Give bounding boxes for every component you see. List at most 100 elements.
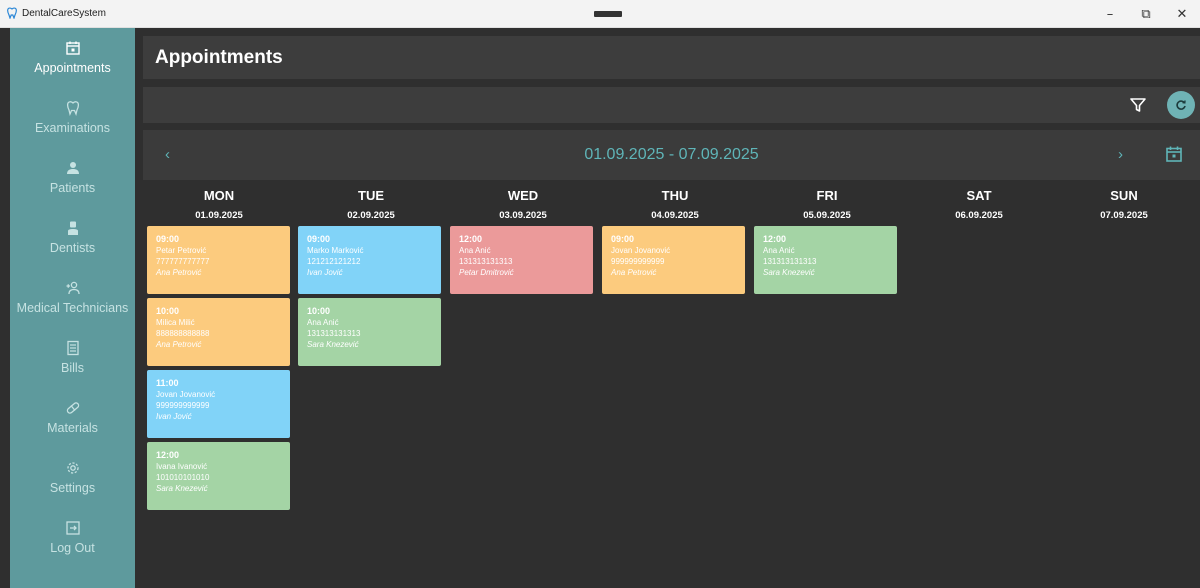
patient-phone: 999999999999 [156, 401, 210, 410]
patient-phone: 131313131313 [763, 257, 817, 266]
sidebar-item-label: Medical Technicians [16, 301, 129, 315]
patient-name: Ivana Ivanović [156, 462, 208, 471]
bill-icon [66, 340, 79, 356]
day-column-wed: WED 03.09.2025 [447, 188, 599, 221]
sidebar-item-appointments[interactable]: Appointments [10, 34, 135, 92]
sidebar-item-label: Dentists [49, 241, 96, 255]
calendar-picker-icon[interactable] [1165, 145, 1183, 163]
sidebar-item-examinations[interactable]: Examinations [10, 94, 135, 152]
drag-handle[interactable] [594, 11, 622, 17]
dentist-name: Ana Petrović [156, 340, 202, 349]
dentist-name: Petar Dmitrović [459, 268, 514, 277]
appointment-time: 09:00 [307, 234, 331, 244]
filter-icon[interactable] [1129, 96, 1147, 114]
patient-name: Ana Anić [763, 246, 795, 255]
sidebar-item-medical-technicians[interactable]: Medical Technicians [10, 274, 135, 332]
patient-name: Jovan Jovanović [611, 246, 671, 255]
sidebar-item-label: Materials [47, 421, 98, 435]
appointment-time: 09:00 [611, 234, 635, 244]
appointment-time: 12:00 [156, 450, 180, 460]
patient-phone: 121212121212 [307, 257, 361, 266]
window-titlebar: DentalCareSystem – ⧉ ✕ [0, 0, 1200, 28]
toolbar [143, 87, 1200, 123]
sidebar: Appointments Examinations Patients Denti… [10, 28, 135, 588]
page-title: Appointments [155, 47, 283, 68]
patient-phone: 131313131313 [459, 257, 513, 266]
appointment-time: 10:00 [156, 306, 180, 316]
day-name: THU [661, 188, 689, 203]
page-header: Appointments [143, 36, 1200, 79]
appointment-card[interactable]: 10:00 Milica Milić 888888888888 Ana Petr… [147, 298, 290, 366]
day-column-sun: SUN 07.09.2025 [1048, 188, 1200, 221]
day-name: SUN [1110, 188, 1138, 203]
day-date: 02.09.2025 [347, 210, 395, 221]
day-name: FRI [816, 188, 838, 203]
calendar-icon [65, 41, 80, 55]
appointment-time: 09:00 [156, 234, 180, 244]
next-week-button[interactable]: › [1118, 146, 1132, 164]
sidebar-item-dentists[interactable]: Dentists [10, 214, 135, 272]
appointment-time: 12:00 [763, 234, 787, 244]
appointment-card[interactable]: 12:00 Ana Anić 131313131313 Sara Knezevi… [754, 226, 897, 294]
restore-button[interactable]: ⧉ [1128, 0, 1164, 28]
pill-icon [66, 402, 79, 414]
technician-icon [66, 281, 80, 295]
sidebar-item-settings[interactable]: Settings [10, 454, 135, 512]
appointment-card[interactable]: 12:00 Ana Anić 131313131313 Petar Dmitro… [450, 226, 593, 294]
dentist-name: Ana Petrović [611, 268, 657, 277]
logout-icon [65, 521, 80, 535]
appointment-time: 12:00 [459, 234, 483, 244]
refresh-icon [1176, 100, 1186, 110]
appointment-card[interactable]: 09:00 Marko Marković 121212121212 Ivan J… [298, 226, 441, 294]
gear-icon [66, 462, 79, 474]
appointment-card[interactable]: 09:00 Jovan Jovanović 999999999999 Ana P… [602, 226, 745, 294]
appointment-card[interactable]: 12:00 Ivana Ivanović 101010101010 Sara K… [147, 442, 290, 510]
appointment-time: 10:00 [307, 306, 331, 316]
sidebar-item-label: Bills [61, 361, 84, 375]
patient-phone: 999999999999 [611, 257, 665, 266]
day-date: 05.09.2025 [803, 210, 851, 221]
day-column-fri: FRI 05.09.2025 [751, 188, 903, 221]
sidebar-item-log-out[interactable]: Log Out [10, 514, 135, 572]
app-title-text: DentalCareSystem [22, 7, 106, 19]
sidebar-item-label: Log Out [50, 541, 95, 555]
appointment-time: 11:00 [156, 378, 179, 388]
appointment-card[interactable]: 11:00 Jovan Jovanović 999999999999 Ivan … [147, 370, 290, 438]
patient-name: Jovan Jovanović [156, 390, 216, 399]
day-name: SAT [966, 188, 992, 203]
close-button[interactable]: ✕ [1164, 0, 1200, 28]
patient-name: Milica Milić [156, 318, 195, 327]
refresh-button[interactable] [1167, 91, 1195, 119]
day-name: WED [507, 188, 539, 203]
day-date: 06.09.2025 [955, 210, 1003, 221]
patient-name: Ana Anić [459, 246, 491, 255]
sidebar-item-bills[interactable]: Bills [10, 334, 135, 392]
dentist-icon [67, 221, 78, 235]
day-date: 07.09.2025 [1100, 210, 1148, 221]
tooth-icon [66, 101, 79, 116]
week-navigator: ‹ 01.09.2025 - 07.09.2025 › [143, 130, 1200, 180]
person-icon [66, 162, 79, 174]
day-column-sat: SAT 06.09.2025 [903, 188, 1055, 221]
dentist-name: Sara Knezević [307, 340, 359, 349]
patient-phone: 777777777777 [156, 257, 210, 266]
week-range: 01.09.2025 - 07.09.2025 [584, 146, 759, 163]
appointment-card[interactable]: 10:00 Ana Anić 131313131313 Sara Knezevi… [298, 298, 441, 366]
appointment-card[interactable]: 09:00 Petar Petrović 777777777777 Ana Pe… [147, 226, 290, 294]
patient-name: Petar Petrović [156, 246, 207, 255]
dentist-name: Sara Knezević [156, 484, 208, 493]
sidebar-item-label: Examinations [34, 121, 111, 135]
sidebar-item-materials[interactable]: Materials [10, 394, 135, 452]
dentist-name: Ana Petrović [156, 268, 202, 277]
sidebar-item-label: Patients [49, 181, 96, 195]
day-name: TUE [358, 188, 384, 203]
app-title: DentalCareSystem [6, 7, 106, 19]
patient-name: Marko Marković [307, 246, 364, 255]
patient-phone: 131313131313 [307, 329, 361, 338]
sidebar-item-patients[interactable]: Patients [10, 154, 135, 212]
patient-name: Ana Anić [307, 318, 339, 327]
dentist-name: Sara Knezević [763, 268, 815, 277]
main-content: Appointments ‹ 01.09.2025 - 07.09.2025 ›… [135, 28, 1200, 588]
day-column-mon: MON 01.09.2025 [143, 188, 295, 221]
minimize-button[interactable]: – [1092, 0, 1128, 28]
